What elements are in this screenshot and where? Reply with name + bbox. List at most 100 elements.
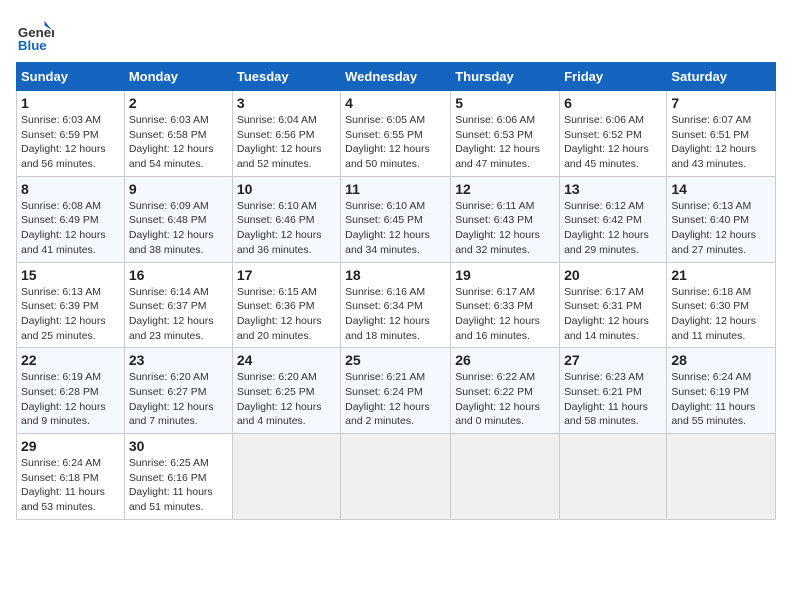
day-cell [341, 434, 451, 520]
day-detail: Sunrise: 6:03 AM Sunset: 6:58 PM Dayligh… [129, 113, 228, 172]
day-cell: 25 Sunrise: 6:21 AM Sunset: 6:24 PM Dayli… [341, 348, 451, 434]
day-detail: Sunrise: 6:06 AM Sunset: 6:52 PM Dayligh… [564, 113, 662, 172]
day-detail: Sunrise: 6:24 AM Sunset: 6:18 PM Dayligh… [21, 456, 120, 515]
day-cell: 17 Sunrise: 6:15 AM Sunset: 6:36 PM Dayli… [232, 262, 340, 348]
day-detail: Sunrise: 6:19 AM Sunset: 6:28 PM Dayligh… [21, 370, 120, 429]
day-detail: Sunrise: 6:20 AM Sunset: 6:27 PM Dayligh… [129, 370, 228, 429]
calendar-table: SundayMondayTuesdayWednesdayThursdayFrid… [16, 62, 776, 520]
col-header-friday: Friday [560, 63, 667, 91]
day-cell: 16Sunrise: 6:14 AM Sunset: 6:37 PM Dayli… [124, 262, 232, 348]
day-cell: 4 Sunrise: 6:05 AM Sunset: 6:55 PM Daylig… [341, 91, 451, 177]
day-detail: Sunrise: 6:13 AM Sunset: 6:39 PM Dayligh… [21, 285, 120, 344]
week-row-1: 8 Sunrise: 6:08 AM Sunset: 6:49 PM Daylig… [17, 176, 776, 262]
day-detail: Sunrise: 6:04 AM Sunset: 6:56 PM Dayligh… [237, 113, 336, 172]
day-number: 26 [455, 352, 555, 368]
day-number: 1 [21, 95, 120, 111]
day-number: 21 [671, 267, 771, 283]
week-row-4: 29 Sunrise: 6:24 AM Sunset: 6:18 PM Dayli… [17, 434, 776, 520]
day-detail: Sunrise: 6:11 AM Sunset: 6:43 PM Dayligh… [455, 199, 555, 258]
logo: General Blue [16, 16, 58, 54]
day-number: 29 [21, 438, 120, 454]
day-detail: Sunrise: 6:13 AM Sunset: 6:40 PM Dayligh… [671, 199, 771, 258]
svg-text:Blue: Blue [18, 38, 47, 53]
day-detail: Sunrise: 6:17 AM Sunset: 6:33 PM Dayligh… [455, 285, 555, 344]
col-header-sunday: Sunday [17, 63, 125, 91]
col-header-wednesday: Wednesday [341, 63, 451, 91]
day-cell: 2 Sunrise: 6:03 AM Sunset: 6:58 PM Daylig… [124, 91, 232, 177]
col-header-saturday: Saturday [667, 63, 776, 91]
day-cell: 20Sunrise: 6:17 AM Sunset: 6:31 PM Dayli… [560, 262, 667, 348]
day-detail: Sunrise: 6:12 AM Sunset: 6:42 PM Dayligh… [564, 199, 662, 258]
page-header: General Blue [16, 16, 776, 54]
week-row-0: 1 Sunrise: 6:03 AM Sunset: 6:59 PM Daylig… [17, 91, 776, 177]
day-detail: Sunrise: 6:06 AM Sunset: 6:53 PM Dayligh… [455, 113, 555, 172]
day-number: 19 [455, 267, 555, 283]
day-number: 3 [237, 95, 336, 111]
day-cell: 15 Sunrise: 6:13 AM Sunset: 6:39 PM Dayli… [17, 262, 125, 348]
day-cell: 29 Sunrise: 6:24 AM Sunset: 6:18 PM Dayli… [17, 434, 125, 520]
day-number: 18 [345, 267, 446, 283]
day-detail: Sunrise: 6:14 AM Sunset: 6:37 PM Dayligh… [129, 285, 228, 344]
day-number: 22 [21, 352, 120, 368]
day-number: 27 [564, 352, 662, 368]
day-detail: Sunrise: 6:24 AM Sunset: 6:19 PM Dayligh… [671, 370, 771, 429]
col-header-monday: Monday [124, 63, 232, 91]
week-row-3: 22 Sunrise: 6:19 AM Sunset: 6:28 PM Dayli… [17, 348, 776, 434]
day-cell: 28 Sunrise: 6:24 AM Sunset: 6:19 PM Dayli… [667, 348, 776, 434]
day-number: 6 [564, 95, 662, 111]
day-cell: 10 Sunrise: 6:10 AM Sunset: 6:46 PM Dayli… [232, 176, 340, 262]
day-number: 15 [21, 267, 120, 283]
day-detail: Sunrise: 6:18 AM Sunset: 6:30 PM Dayligh… [671, 285, 771, 344]
day-detail: Sunrise: 6:17 AM Sunset: 6:31 PM Dayligh… [564, 285, 662, 344]
day-detail: Sunrise: 6:25 AM Sunset: 6:16 PM Dayligh… [129, 456, 228, 515]
day-number: 5 [455, 95, 555, 111]
day-cell: 3 Sunrise: 6:04 AM Sunset: 6:56 PM Daylig… [232, 91, 340, 177]
day-number: 10 [237, 181, 336, 197]
day-cell: 11Sunrise: 6:10 AM Sunset: 6:45 PM Dayli… [341, 176, 451, 262]
day-number: 8 [21, 181, 120, 197]
day-detail: Sunrise: 6:05 AM Sunset: 6:55 PM Dayligh… [345, 113, 446, 172]
day-number: 25 [345, 352, 446, 368]
day-detail: Sunrise: 6:08 AM Sunset: 6:49 PM Dayligh… [21, 199, 120, 258]
day-number: 4 [345, 95, 446, 111]
day-detail: Sunrise: 6:16 AM Sunset: 6:34 PM Dayligh… [345, 285, 446, 344]
day-number: 30 [129, 438, 228, 454]
day-cell: 1 Sunrise: 6:03 AM Sunset: 6:59 PM Daylig… [17, 91, 125, 177]
day-detail: Sunrise: 6:23 AM Sunset: 6:21 PM Dayligh… [564, 370, 662, 429]
day-cell: 5 Sunrise: 6:06 AM Sunset: 6:53 PM Daylig… [451, 91, 560, 177]
day-number: 9 [129, 181, 228, 197]
day-cell: 7Sunrise: 6:07 AM Sunset: 6:51 PM Daylig… [667, 91, 776, 177]
day-number: 24 [237, 352, 336, 368]
day-detail: Sunrise: 6:22 AM Sunset: 6:22 PM Dayligh… [455, 370, 555, 429]
day-detail: Sunrise: 6:15 AM Sunset: 6:36 PM Dayligh… [237, 285, 336, 344]
day-number: 7 [671, 95, 771, 111]
col-header-tuesday: Tuesday [232, 63, 340, 91]
day-cell: 22 Sunrise: 6:19 AM Sunset: 6:28 PM Dayli… [17, 348, 125, 434]
day-detail: Sunrise: 6:20 AM Sunset: 6:25 PM Dayligh… [237, 370, 336, 429]
day-number: 2 [129, 95, 228, 111]
header-row: SundayMondayTuesdayWednesdayThursdayFrid… [17, 63, 776, 91]
day-detail: Sunrise: 6:10 AM Sunset: 6:45 PM Dayligh… [345, 199, 446, 258]
day-cell: 27 Sunrise: 6:23 AM Sunset: 6:21 PM Dayli… [560, 348, 667, 434]
day-cell [232, 434, 340, 520]
calendar-body: 1 Sunrise: 6:03 AM Sunset: 6:59 PM Daylig… [17, 91, 776, 520]
col-header-thursday: Thursday [451, 63, 560, 91]
day-cell: 24 Sunrise: 6:20 AM Sunset: 6:25 PM Dayli… [232, 348, 340, 434]
day-cell: 9 Sunrise: 6:09 AM Sunset: 6:48 PM Daylig… [124, 176, 232, 262]
day-cell: 21 Sunrise: 6:18 AM Sunset: 6:30 PM Dayli… [667, 262, 776, 348]
day-cell: 6 Sunrise: 6:06 AM Sunset: 6:52 PM Daylig… [560, 91, 667, 177]
day-cell: 23Sunrise: 6:20 AM Sunset: 6:27 PM Dayli… [124, 348, 232, 434]
day-detail: Sunrise: 6:09 AM Sunset: 6:48 PM Dayligh… [129, 199, 228, 258]
day-number: 17 [237, 267, 336, 283]
day-cell [560, 434, 667, 520]
day-number: 28 [671, 352, 771, 368]
day-number: 12 [455, 181, 555, 197]
day-detail: Sunrise: 6:10 AM Sunset: 6:46 PM Dayligh… [237, 199, 336, 258]
day-cell: 14Sunrise: 6:13 AM Sunset: 6:40 PM Dayli… [667, 176, 776, 262]
day-detail: Sunrise: 6:03 AM Sunset: 6:59 PM Dayligh… [21, 113, 120, 172]
day-number: 13 [564, 181, 662, 197]
day-cell [451, 434, 560, 520]
day-detail: Sunrise: 6:21 AM Sunset: 6:24 PM Dayligh… [345, 370, 446, 429]
calendar-header: SundayMondayTuesdayWednesdayThursdayFrid… [17, 63, 776, 91]
day-cell: 12 Sunrise: 6:11 AM Sunset: 6:43 PM Dayli… [451, 176, 560, 262]
